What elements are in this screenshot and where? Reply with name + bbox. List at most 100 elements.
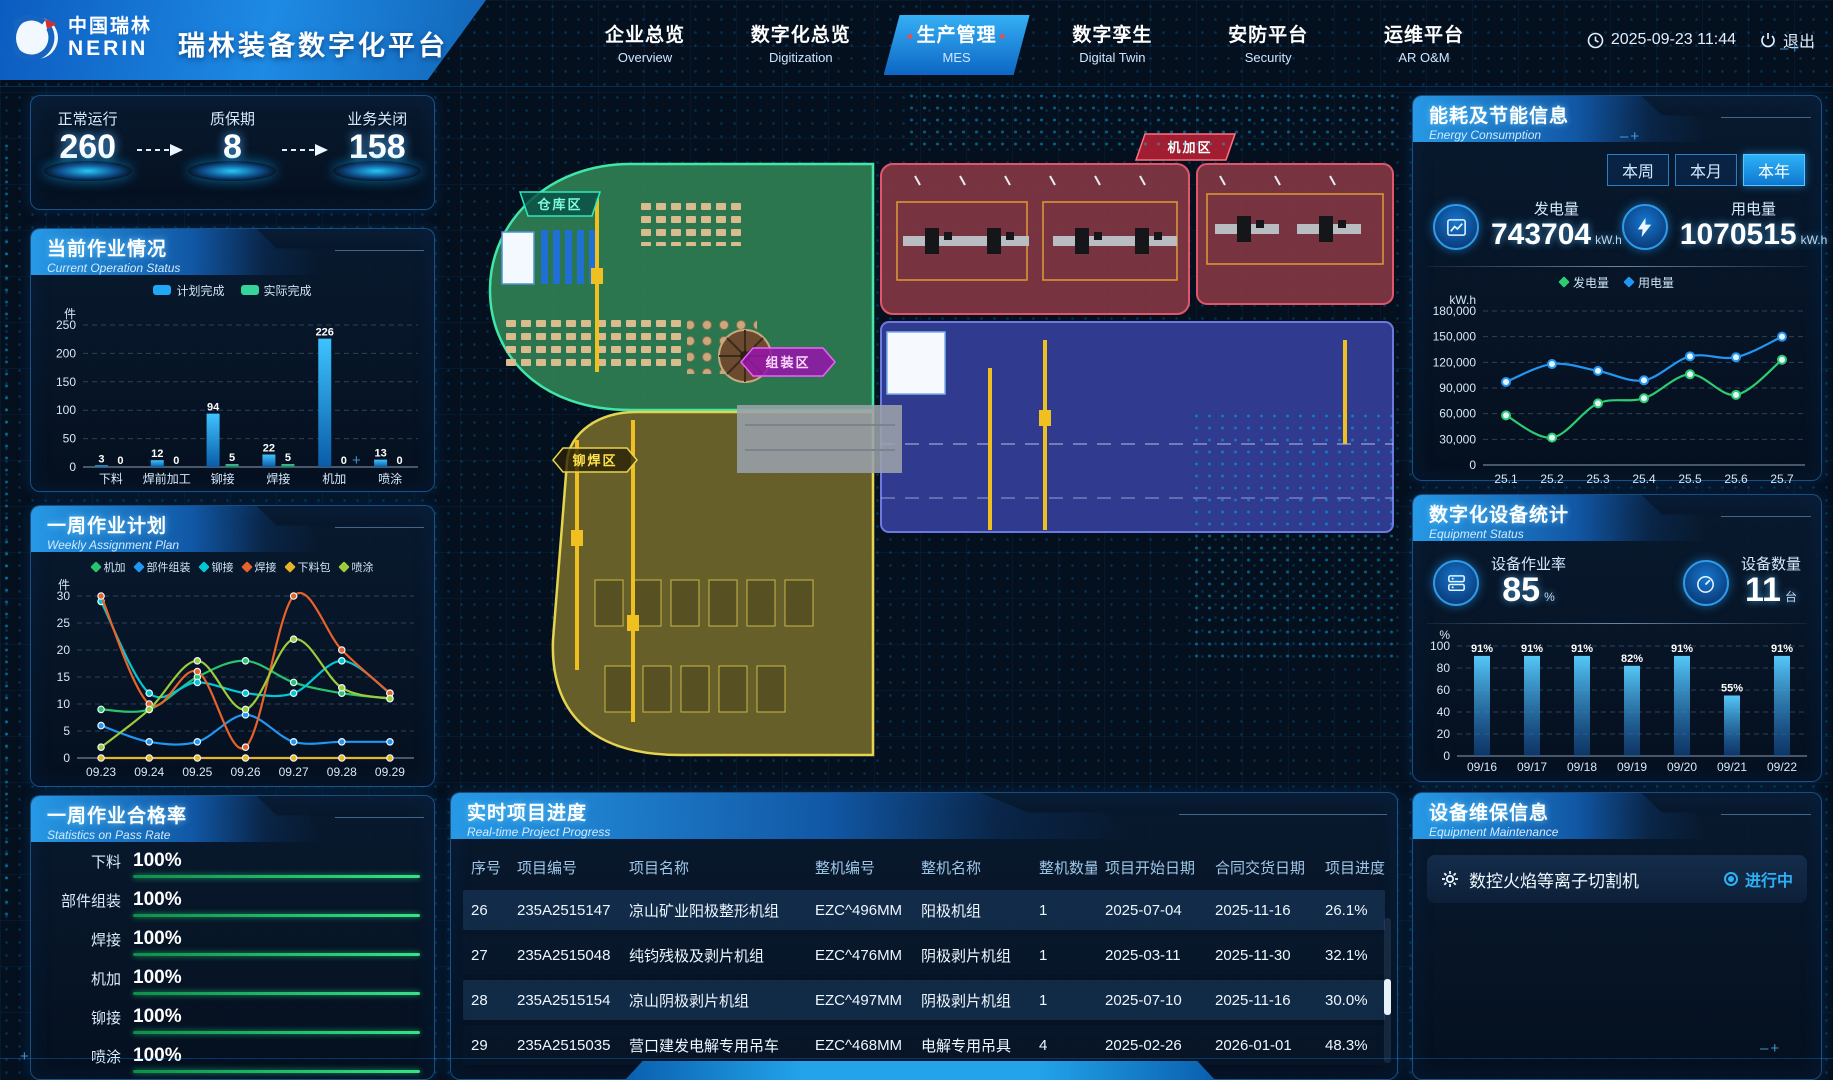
svg-text:150,000: 150,000 — [1433, 330, 1477, 344]
svg-text:25.7: 25.7 — [1770, 472, 1794, 486]
panel-title: 当前作业情况 Current Operation Status — [31, 229, 434, 275]
energy-tab-month[interactable]: 本月 — [1675, 154, 1737, 186]
legend-item[interactable]: 铆接 — [200, 559, 234, 575]
status-summary-panel: 正常运行 260 质保期 8 业务关闭 158 — [30, 95, 435, 210]
energy-legend: 发电量 用电量 — [1413, 271, 1821, 293]
nav-tab-security[interactable]: 安防平台Security — [1195, 15, 1341, 75]
map-building-white — [502, 232, 534, 284]
svg-text:%: % — [1439, 628, 1450, 642]
svg-text:3: 3 — [98, 453, 104, 465]
status-stat-0: 正常运行 260 — [44, 108, 132, 181]
panel-title-en: Weekly Assignment Plan — [47, 538, 434, 552]
map-plaza — [737, 405, 902, 473]
map-label-assembly: 组装区 — [741, 348, 835, 376]
pass-rate-row: 铆接 100% — [31, 998, 434, 1037]
pass-rate-bar — [133, 953, 420, 956]
legend-marker — [153, 285, 171, 295]
legend-item[interactable]: 部件组装 — [135, 559, 191, 575]
svg-text:82%: 82% — [1621, 653, 1643, 665]
svg-text:喷涂: 喷涂 — [378, 471, 402, 486]
table-rows: 26235A2515147凉山矿业阳极整形机组EZC^496MM阳极机组1202… — [463, 890, 1385, 1065]
svg-text:60: 60 — [1437, 683, 1451, 697]
nav-tab-mes[interactable]: 生产管理MES — [884, 15, 1030, 75]
legend-item[interactable]: 用电量 — [1625, 274, 1674, 291]
pass-rate-row: 喷涂 100% — [31, 1037, 434, 1076]
table-row[interactable]: 27235A2515048纯钧残极及剥片机组EZC^476MM阴极剥片机组120… — [463, 935, 1385, 975]
logout-button[interactable]: 退出 — [1760, 28, 1815, 52]
panel-title-cn: 实时项目进度 — [467, 798, 1397, 825]
energy-tab-week[interactable]: 本周 — [1607, 154, 1669, 186]
svg-text:09.27: 09.27 — [279, 765, 309, 779]
panel-title: 能耗及节能信息 Energy Consumption — [1413, 96, 1821, 142]
energy-tab-year[interactable]: 本年 — [1743, 154, 1805, 186]
stat-1: 设备数量 11台 — [1683, 553, 1801, 613]
nav-tab-overview[interactable]: 企业总览Overview — [572, 15, 718, 75]
panel-title-cn: 一周作业计划 — [47, 511, 434, 538]
svg-text:焊接: 焊接 — [266, 471, 290, 486]
maintenance-item[interactable]: 数控火焰等离子切割机 进行中 — [1427, 855, 1807, 903]
legend-item[interactable]: 喷涂 — [340, 559, 374, 575]
svg-text:仓库区: 仓库区 — [536, 197, 582, 212]
svg-text:09.25: 09.25 — [182, 765, 212, 779]
svg-text:100: 100 — [56, 403, 76, 417]
table-col-header: 整机编号 — [807, 857, 913, 878]
svg-text:0: 0 — [173, 455, 179, 467]
glow-pedestal — [333, 161, 421, 181]
table-scrollbar[interactable] — [1384, 918, 1391, 1063]
status-stat-2: 业务关闭 158 — [333, 108, 421, 181]
deco-plus — [20, 1048, 29, 1065]
svg-text:0: 0 — [117, 455, 123, 467]
table-row[interactable]: 29235A2515035营口建发电解专用吊车EZC^468MM电解专用吊具42… — [463, 1025, 1385, 1065]
panel-title: 设备维保信息 Equipment Maintenance — [1413, 793, 1821, 839]
weekly-chart: 051015202530件09.2309.2409.2509.2609.2709… — [31, 578, 434, 789]
scrollbar-thumb[interactable] — [1384, 979, 1391, 1015]
legend-item[interactable]: 实际完成 — [241, 282, 312, 299]
nav-tab-digital-twin[interactable]: 数字孪生Digital Twin — [1039, 15, 1185, 75]
svg-text:91%: 91% — [1521, 643, 1543, 655]
svg-text:5: 5 — [229, 452, 235, 464]
arrow-right-icon — [137, 142, 183, 163]
svg-text:09.29: 09.29 — [375, 765, 405, 779]
nav-tab-ar-om[interactable]: 运维平台AR O&M — [1351, 15, 1497, 75]
legend-item[interactable]: 下料包 — [286, 559, 331, 575]
panel-title-cn: 数字化设备统计 — [1429, 500, 1821, 527]
page-title: 瑞林装备数字化平台 — [178, 24, 448, 63]
legend-item[interactable]: 机加 — [92, 559, 126, 575]
table-row[interactable]: 28235A2515154凉山阴极剥片机组EZC^497MM阴极剥片机组1202… — [463, 980, 1385, 1020]
pass-rate-list: 下料 100% 部件组装 100% 焊接 100% 机加 100% 铆接 100… — [31, 842, 434, 1076]
equipment-chart: 020406080100%91%09/1691%09/1791%09/1882%… — [1413, 624, 1821, 783]
legend-item[interactable]: 计划完成 — [153, 282, 224, 299]
map-label-welding: 铆焊区 — [553, 448, 637, 472]
svg-text:25.2: 25.2 — [1540, 472, 1564, 486]
svg-text:25.5: 25.5 — [1678, 472, 1702, 486]
panel-title-cn: 能耗及节能信息 — [1429, 101, 1821, 128]
svg-text:焊前加工: 焊前加工 — [143, 471, 191, 486]
svg-text:kW.h: kW.h — [1449, 293, 1476, 307]
map-crane-cab — [627, 615, 639, 631]
svg-text:40: 40 — [1437, 705, 1451, 719]
operation-chart: 050100150200250件下料30焊前加工120铆接945焊接225机加2… — [31, 301, 434, 496]
svg-text:0: 0 — [1469, 458, 1476, 472]
svg-text:55%: 55% — [1721, 683, 1743, 695]
logo-text-en: NERIN — [68, 38, 152, 60]
svg-text:0: 0 — [63, 751, 70, 765]
legend-marker — [241, 561, 252, 572]
factory-map-3d[interactable]: 仓库区 铆焊区 机加区 组装区 — [445, 110, 1395, 786]
server-icon — [1445, 572, 1468, 595]
svg-text:组装区: 组装区 — [765, 355, 810, 370]
legend-item[interactable]: 焊接 — [243, 559, 277, 575]
stat-icon-circle — [1683, 560, 1729, 606]
legend-marker — [133, 561, 144, 572]
svg-text:09/20: 09/20 — [1667, 760, 1697, 774]
table-col-header: 项目进度 — [1317, 857, 1387, 878]
legend-marker — [284, 561, 295, 572]
pass-rate-panel: 一周作业合格率 Statistics on Pass Rate 下料 100% … — [30, 795, 435, 1080]
svg-text:91%: 91% — [1571, 643, 1593, 655]
map-pallet-cluster — [503, 316, 681, 372]
panel-title-en: Energy Consumption — [1429, 128, 1821, 142]
table-row[interactable]: 26235A2515147凉山矿业阳极整形机组EZC^496MM阳极机组1202… — [463, 890, 1385, 930]
legend-item[interactable]: 发电量 — [1560, 274, 1609, 291]
nav-tab-digitization[interactable]: 数字化总览Digitization — [728, 15, 874, 75]
map-zone-assembly[interactable] — [881, 322, 1393, 532]
legend-marker — [241, 285, 259, 295]
